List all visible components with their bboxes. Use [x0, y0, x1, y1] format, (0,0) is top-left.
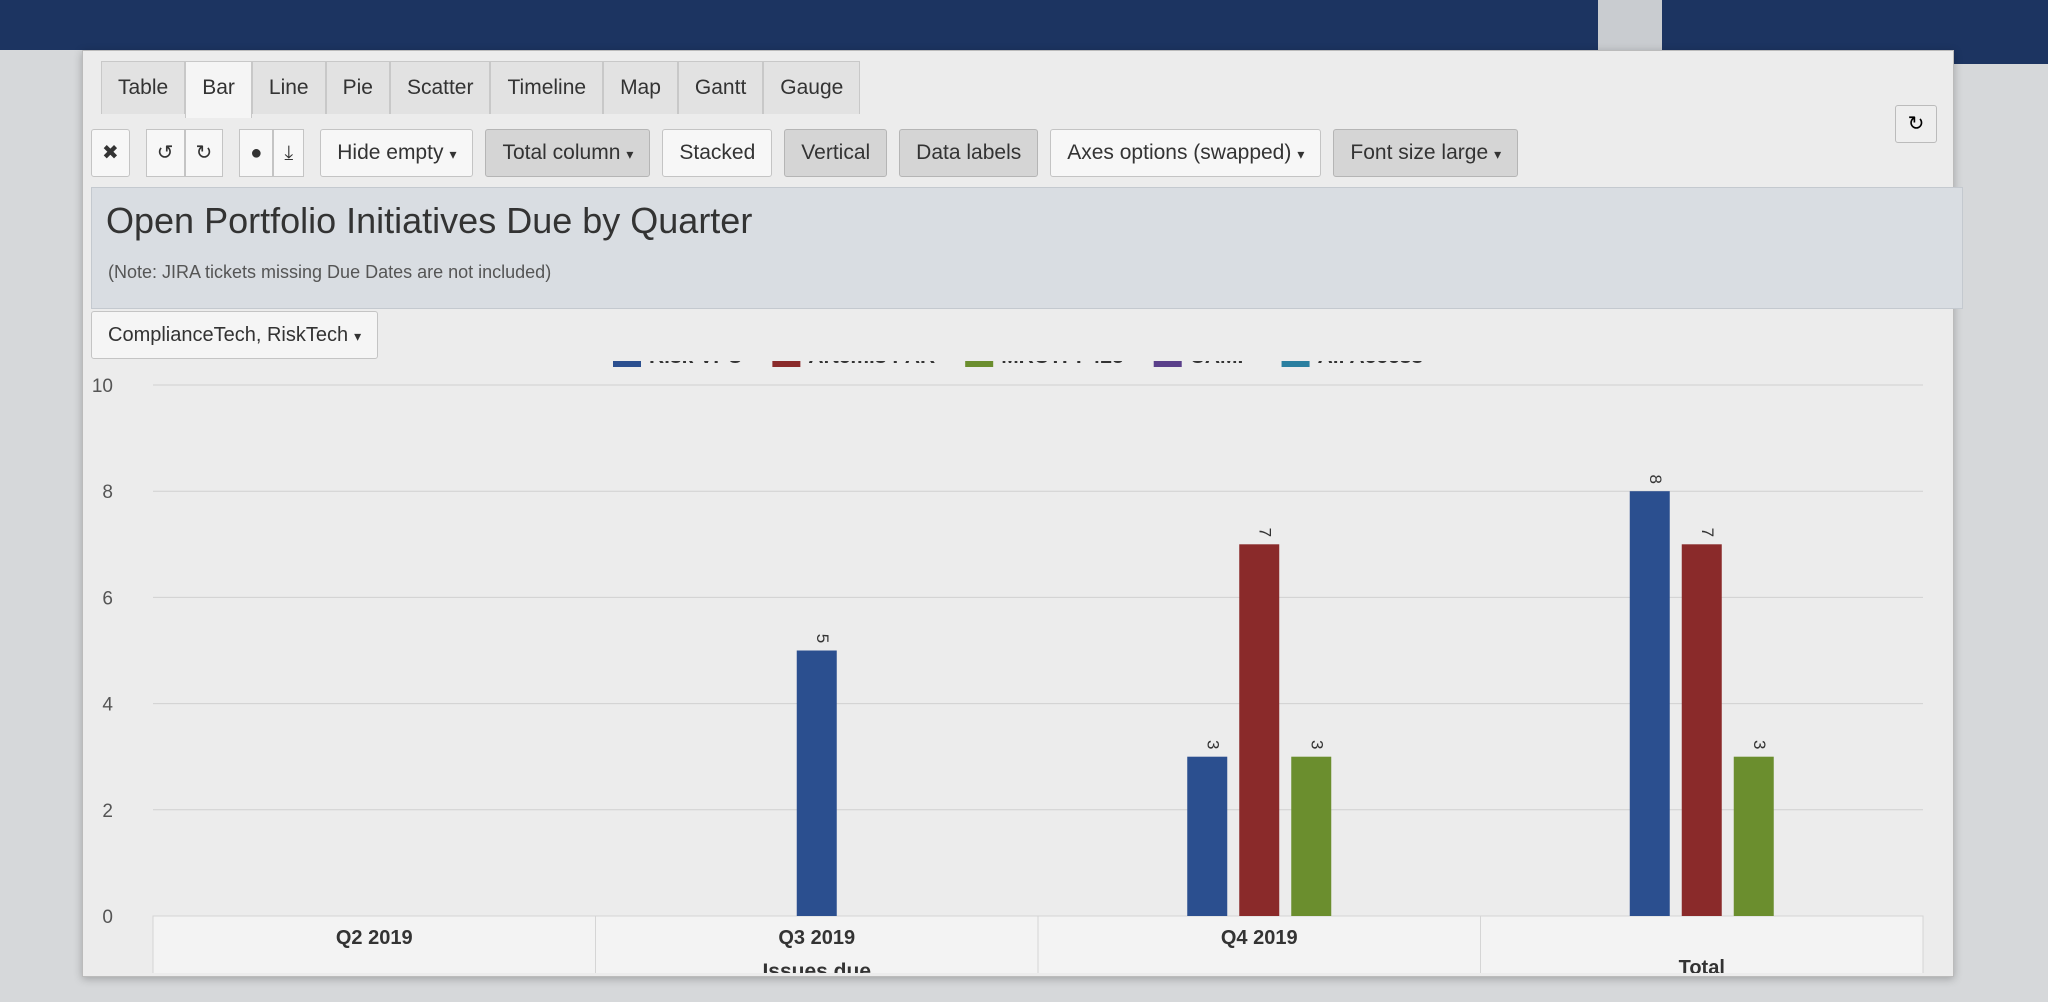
y-tick-label: 0: [102, 907, 113, 928]
x-tick-label: Total: [1679, 957, 1725, 973]
legend-label: MRCTPI-423: [1001, 361, 1124, 368]
redo-icon: ↻: [195, 142, 213, 164]
bar: [796, 650, 837, 916]
chart-header: Open Portfolio Initiatives Due by Quarte…: [91, 187, 1963, 309]
redo-button[interactable]: ↻: [184, 129, 224, 177]
legend-label: Artemis PAR: [808, 361, 935, 368]
hide-empty-dropdown[interactable]: Hide empty ▾: [320, 129, 474, 177]
x-axis-label: Issues due: [762, 960, 871, 973]
chart-title: Open Portfolio Initiatives Due by Quarte…: [106, 200, 753, 241]
comment-button[interactable]: ●: [239, 129, 274, 177]
vertical-toggle[interactable]: Vertical: [784, 129, 888, 177]
comment-download-group: ● ⤓: [239, 129, 305, 177]
total-column-label: Total column: [502, 141, 621, 164]
bar: [1187, 756, 1228, 916]
font-size-label: Font size large: [1350, 141, 1489, 164]
legend-label: Risk VPC: [649, 361, 742, 368]
y-tick-label: 4: [102, 695, 113, 716]
total-column-dropdown[interactable]: Total column ▾: [485, 129, 651, 177]
data-label: 3: [1307, 740, 1326, 749]
legend-swatch: [772, 361, 801, 367]
bar: [1291, 756, 1332, 916]
axes-options-dropdown[interactable]: Axes options (swapped) ▾: [1050, 129, 1322, 177]
x-tick-label: Q4 2019: [1221, 927, 1298, 949]
tab-scatter[interactable]: Scatter: [389, 61, 491, 114]
stacked-toggle[interactable]: Stacked: [662, 129, 773, 177]
chart-toolbar: ✖ ↺ ↻ ● ⤓ Hide empty ▾ Total column ▾ Stac…: [91, 125, 1530, 181]
chevron-down-icon: ▾: [626, 146, 634, 162]
refresh-icon: ↻: [1907, 113, 1925, 135]
x-tick-label: Q3 2019: [778, 927, 855, 949]
download-icon: ⤓: [284, 142, 294, 164]
bar: [1239, 544, 1280, 916]
data-label: 3: [1203, 740, 1222, 749]
fullscreen-button[interactable]: ✖: [91, 129, 130, 177]
chart-panel: Table Bar Line Pie Scatter Timeline Map …: [82, 50, 1963, 977]
tab-gantt[interactable]: Gantt: [677, 61, 764, 114]
legend-swatch: [1153, 361, 1182, 367]
bar-chart: 0 2 4 6 8 10 5 3 7 3 8 7 3 Q2 2019 Q3 2019 Q4 2019 Total…: [92, 361, 1924, 973]
axes-options-label: Axes options (swapped): [1067, 141, 1292, 164]
expand-icon: ✖: [102, 142, 119, 164]
tab-timeline[interactable]: Timeline: [490, 61, 604, 114]
project-filter-label: ComplianceTech, RiskTech: [108, 324, 349, 346]
refresh-button[interactable]: ↻: [1895, 105, 1937, 143]
tab-table[interactable]: Table: [101, 61, 186, 114]
data-label: 7: [1255, 528, 1274, 537]
comment-icon: ●: [250, 142, 263, 164]
project-filter-dropdown[interactable]: ComplianceTech, RiskTech ▾: [91, 311, 379, 359]
data-labels-toggle[interactable]: Data labels: [899, 129, 1039, 177]
undo-icon: ↺: [156, 142, 174, 164]
data-label: 3: [1750, 740, 1769, 749]
data-label: 5: [813, 634, 832, 643]
y-tick-label: 10: [92, 376, 113, 397]
data-label: 7: [1698, 528, 1717, 537]
chart-note: (Note: JIRA tickets missing Due Dates ar…: [108, 262, 552, 282]
hide-empty-label: Hide empty: [337, 141, 444, 164]
tab-line[interactable]: Line: [251, 61, 326, 114]
legend-label: All Access: [1318, 361, 1423, 368]
data-label: 8: [1646, 474, 1665, 483]
font-size-dropdown[interactable]: Font size large ▾: [1333, 129, 1519, 177]
legend-swatch: [965, 361, 994, 367]
bar: [1733, 756, 1774, 916]
download-button[interactable]: ⤓: [273, 129, 305, 177]
tab-gauge[interactable]: Gauge: [763, 61, 861, 114]
bar: [1629, 491, 1670, 916]
chevron-down-icon: ▾: [1297, 146, 1305, 162]
window-header-bar: [0, 0, 1598, 50]
chevron-down-icon: ▾: [1494, 146, 1502, 162]
y-tick-label: 8: [102, 482, 113, 503]
chart-type-tabs: Table Bar Line Pie Scatter Timeline Map …: [101, 61, 861, 121]
y-tick-label: 6: [102, 588, 113, 609]
legend-swatch: [1281, 361, 1310, 367]
undo-button[interactable]: ↺: [145, 129, 185, 177]
legend-swatch: [613, 361, 641, 367]
tab-bar[interactable]: Bar: [185, 61, 252, 118]
y-tick-label: 2: [102, 801, 113, 822]
chevron-down-icon: ▾: [449, 146, 457, 162]
tab-map[interactable]: Map: [603, 61, 678, 114]
x-tick-label: Q2 2019: [336, 927, 413, 949]
chevron-down-icon: ▾: [354, 328, 362, 344]
tab-pie[interactable]: Pie: [325, 61, 390, 114]
bar: [1681, 544, 1722, 916]
undo-redo-group: ↺ ↻: [145, 129, 224, 177]
legend-label: CAMP: [1190, 361, 1252, 368]
